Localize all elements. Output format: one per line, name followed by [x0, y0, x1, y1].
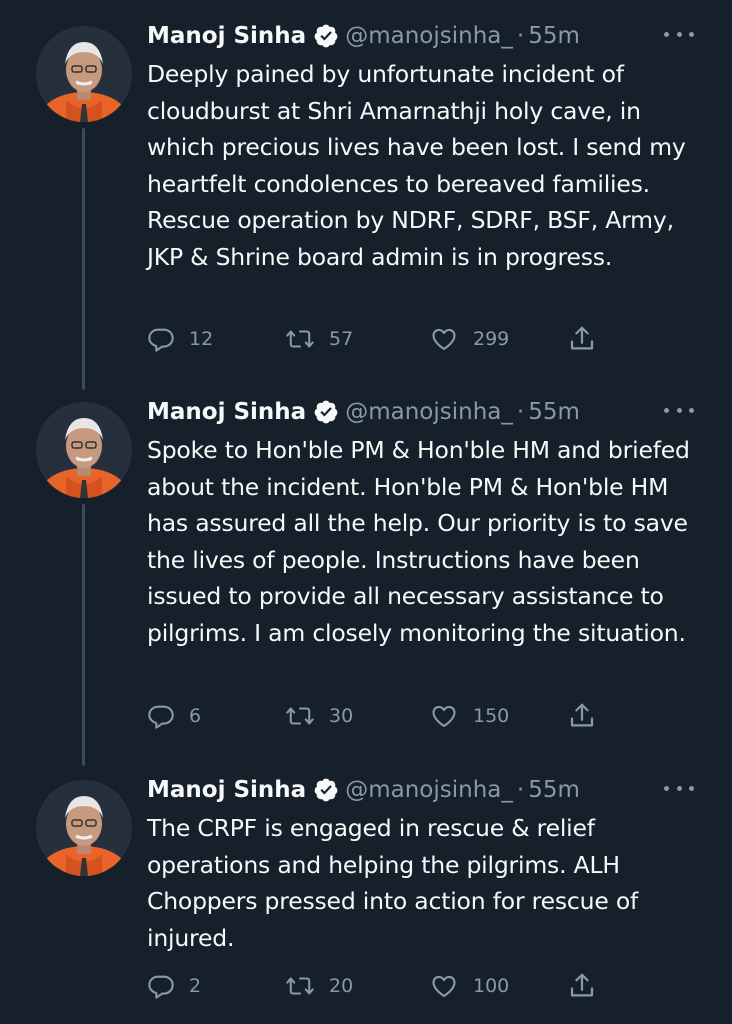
retweet-count: 30	[329, 705, 354, 727]
retweet-count: 20	[329, 975, 354, 997]
like-heart-icon	[429, 972, 459, 1000]
more-options-icon[interactable]	[664, 776, 694, 800]
separator-dot: ·	[516, 777, 525, 803]
tweet-header: Manoj Sinha @manojsinha_ · 55m	[147, 18, 580, 54]
user-handle[interactable]: @manojsinha_	[345, 399, 513, 425]
tweet-header: Manoj Sinha @manojsinha_ · 55m	[147, 772, 580, 808]
share-button[interactable]	[567, 970, 597, 1002]
tweet[interactable]: Manoj Sinha @manojsinha_ · 55m The CRPF …	[0, 772, 732, 1012]
reply-button[interactable]: 2	[147, 970, 201, 1002]
like-count: 299	[473, 328, 510, 350]
share-icon	[567, 324, 597, 354]
retweet-count: 57	[329, 328, 354, 350]
retweet-icon	[285, 702, 315, 730]
reply-icon	[147, 325, 175, 353]
reply-count: 2	[189, 975, 202, 997]
verified-badge-icon	[313, 23, 339, 49]
like-button[interactable]: 150	[429, 700, 509, 732]
tweet-header: Manoj Sinha @manojsinha_ · 55m	[147, 394, 580, 430]
avatar[interactable]	[36, 26, 132, 122]
tweet-text: Deeply pained by unfortunate incident of…	[147, 60, 686, 271]
reply-icon	[147, 972, 175, 1000]
reply-icon	[147, 702, 175, 730]
timestamp[interactable]: 55m	[528, 399, 580, 425]
tweet-text: Spoke to Hon'ble PM & Hon'ble HM and bri…	[147, 436, 690, 647]
retweet-button[interactable]: 30	[285, 700, 353, 732]
timestamp[interactable]: 55m	[528, 777, 580, 803]
like-button[interactable]: 100	[429, 970, 509, 1002]
verified-badge-icon	[313, 777, 339, 803]
reply-count: 12	[189, 328, 214, 350]
display-name[interactable]: Manoj Sinha	[147, 399, 306, 425]
more-options-icon[interactable]	[664, 398, 694, 422]
tweet[interactable]: Manoj Sinha @manojsinha_ · 55m Deeply pa…	[0, 18, 732, 368]
tweet-actions: 6 30 150	[147, 700, 617, 732]
retweet-icon	[285, 325, 315, 353]
retweet-button[interactable]: 57	[285, 323, 353, 355]
reply-count: 6	[189, 705, 202, 727]
timestamp[interactable]: 55m	[528, 23, 580, 49]
like-button[interactable]: 299	[429, 323, 509, 355]
tweet-actions: 2 20 100	[147, 970, 617, 1002]
avatar[interactable]	[36, 402, 132, 498]
retweet-icon	[285, 972, 315, 1000]
reply-button[interactable]: 6	[147, 700, 201, 732]
reply-button[interactable]: 12	[147, 323, 213, 355]
like-heart-icon	[429, 702, 459, 730]
share-button[interactable]	[567, 700, 597, 732]
user-handle[interactable]: @manojsinha_	[345, 777, 513, 803]
share-button[interactable]	[567, 323, 597, 355]
verified-badge-icon	[313, 399, 339, 425]
tweet-text: The CRPF is engaged in rescue & relief o…	[147, 814, 639, 952]
retweet-button[interactable]: 20	[285, 970, 353, 1002]
user-handle[interactable]: @manojsinha_	[345, 23, 513, 49]
share-icon	[567, 971, 597, 1001]
display-name[interactable]: Manoj Sinha	[147, 777, 306, 803]
separator-dot: ·	[516, 23, 525, 49]
like-count: 100	[473, 975, 510, 997]
tweet[interactable]: Manoj Sinha @manojsinha_ · 55m Spoke to …	[0, 394, 732, 744]
avatar[interactable]	[36, 780, 132, 876]
display-name[interactable]: Manoj Sinha	[147, 23, 306, 49]
separator-dot: ·	[516, 399, 525, 425]
like-count: 150	[473, 705, 510, 727]
like-heart-icon	[429, 325, 459, 353]
tweet-actions: 12 57 299	[147, 323, 617, 355]
share-icon	[567, 701, 597, 731]
more-options-icon[interactable]	[664, 22, 694, 46]
